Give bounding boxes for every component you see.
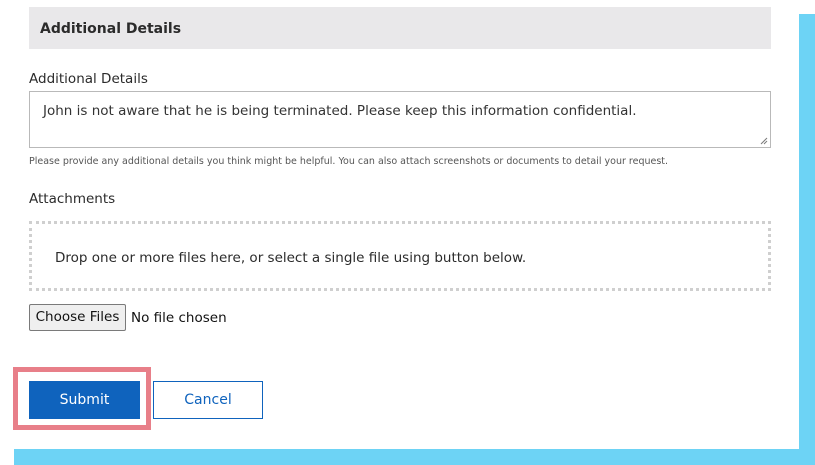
file-status-text: No file chosen (131, 310, 227, 326)
section-header: Additional Details (29, 7, 771, 49)
section-title: Additional Details (40, 21, 182, 37)
file-dropzone[interactable]: Drop one or more files here, or select a… (29, 221, 771, 291)
details-textarea[interactable]: John is not aware that he is being termi… (29, 91, 771, 148)
details-value: John is not aware that he is being termi… (43, 103, 637, 119)
details-help-text: Please provide any additional details yo… (29, 156, 669, 167)
dropzone-text: Drop one or more files here, or select a… (55, 250, 527, 266)
form-panel: Additional Details Additional Details Jo… (0, 0, 799, 449)
resize-grip-icon[interactable] (760, 137, 768, 145)
cancel-button[interactable]: Cancel (153, 381, 263, 419)
frame-bottom-border (14, 449, 815, 465)
choose-files-button[interactable]: Choose Files (29, 304, 126, 331)
attachments-label: Attachments (29, 191, 116, 207)
details-label: Additional Details (29, 71, 148, 87)
submit-button[interactable]: Submit (29, 381, 140, 419)
frame-right-border (799, 14, 815, 465)
